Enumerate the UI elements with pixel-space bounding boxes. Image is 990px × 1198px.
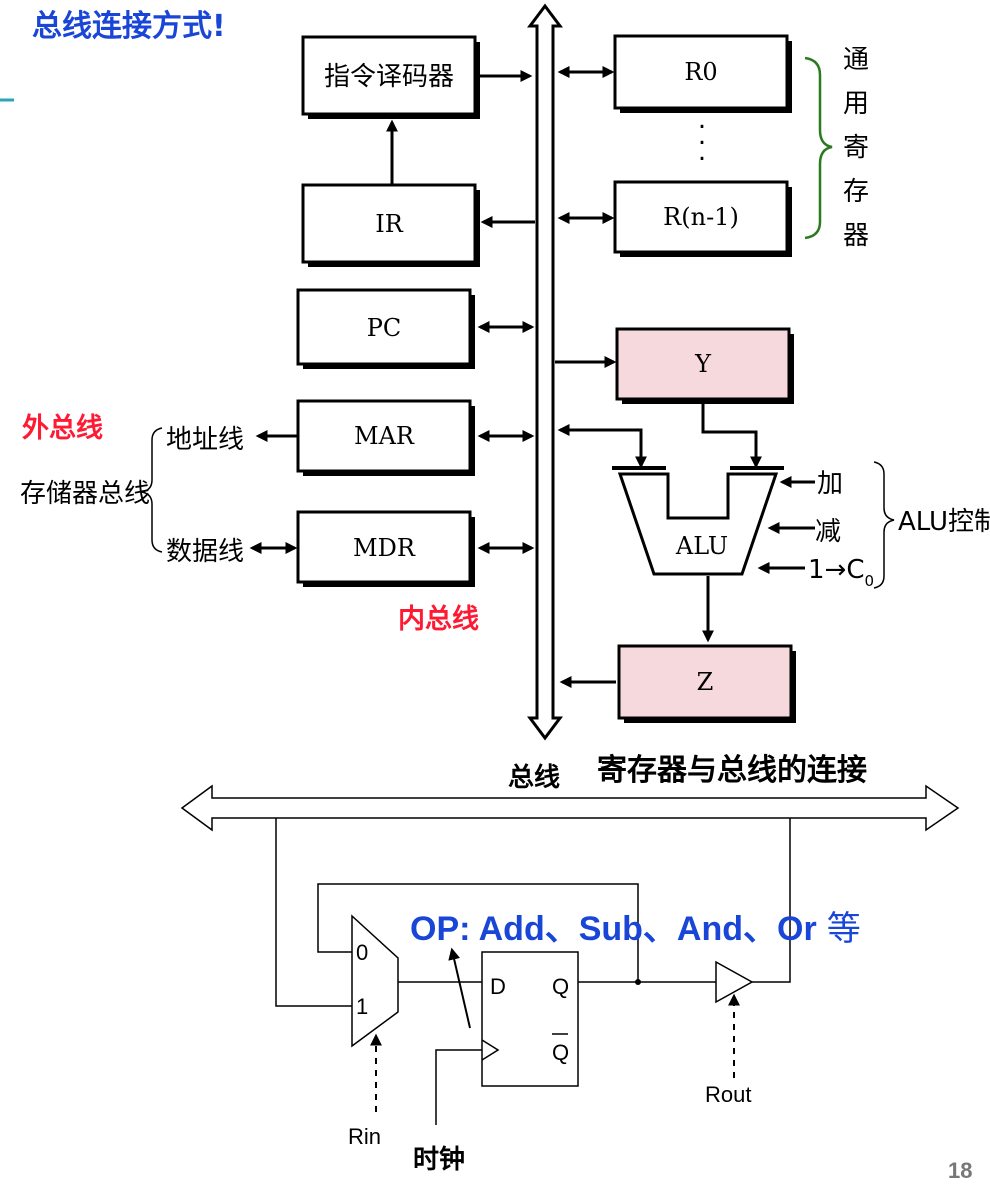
memory-bus-label: 存储器总线 [20,479,150,509]
ir-box: IR [301,183,480,267]
rin-label: Rin [348,1124,381,1149]
page-title: 总线连接方式! [32,9,226,44]
mdr-label: MDR [353,534,416,562]
clock-line [435,1049,482,1125]
bottom-title: 寄存器与总线的连接 [597,753,867,788]
mdr-box: MDR [296,510,475,587]
mux-input-1: 1 [356,994,368,1019]
r0-label: R0 [684,58,717,86]
carry-control-label: 1→C0 [808,555,874,590]
bus-label: 总线 [508,763,560,793]
alu-control-label: ALU控制 [898,507,990,537]
add-control-label: 加 [817,469,843,499]
bus-to-mux1-line [275,818,352,1007]
clock-label: 时钟 [413,1144,465,1175]
internal-bus-label: 内总线 [398,604,479,635]
mux: 0 1 [351,914,399,1048]
svg-text:用: 用 [843,89,869,119]
mux-input-0: 0 [356,940,368,965]
general-register-brace [804,56,833,240]
junction-dot [635,979,641,985]
internal-bus [527,3,563,741]
bus-connection-diagram: 总线连接方式! 指令译码器 IR PC MAR MDR 外总线 存储器总线 地址… [0,3,990,1183]
ff-q-label: Q [552,974,569,999]
alu-control-brace [873,461,895,589]
ir-label: IR [375,210,403,238]
alu-label: ALU [675,532,728,560]
svg-text:寄: 寄 [843,133,869,163]
external-bus-label: 外总线 [22,413,103,444]
bus-to-alu-arrow [557,424,647,469]
data-line-label: 数据线 [166,537,244,567]
rn1-label: R(n-1) [663,203,739,231]
decoder-label: 指令译码器 [324,62,454,92]
d-flip-flop: D Q Q [481,951,579,1087]
rout-label: Rout [705,1082,751,1107]
op-annotation: OP: Add、Sub、And、Or 等 [410,909,861,949]
y-label: Y [694,350,712,378]
ff-qbar-label: Q [552,1040,569,1065]
mar-label: MAR [354,422,415,450]
dots-3: . [698,137,706,167]
r0-box: R0 [613,34,792,113]
decoder-box: 指令译码器 [301,35,480,119]
sub-control-label: 减 [815,517,841,547]
y-box: Y [615,327,794,404]
pc-label: PC [367,314,402,342]
page-number: 18 [948,1158,972,1183]
svg-text:存: 存 [843,177,869,207]
op-pointer-arrow [448,947,471,1029]
rn1-box: R(n-1) [613,180,792,257]
mar-box: MAR [296,399,475,476]
address-line-label: 地址线 [166,425,244,455]
y-to-alu-arrow [701,404,762,469]
z-box: Z [617,644,796,723]
z-label: Z [697,668,714,696]
ff-d-label: D [490,974,506,999]
alu-unit: ALU [612,466,784,576]
svg-text:通: 通 [843,45,869,75]
rout-to-bus-line [752,818,791,983]
general-registers-label: 通 用 寄 存 器 [843,45,869,251]
tristate-buffer [715,960,754,1004]
svg-text:器: 器 [843,221,869,251]
pc-box: PC [296,288,475,369]
horizontal-bus [180,784,960,832]
